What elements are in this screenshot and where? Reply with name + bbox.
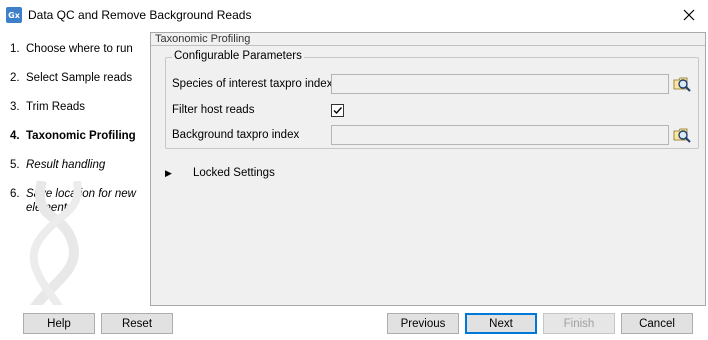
species-index-label: Species of interest taxpro index: [172, 78, 333, 90]
background-index-label: Background taxpro index: [172, 129, 300, 141]
locked-settings-toggle[interactable]: ▶ Locked Settings: [165, 167, 275, 179]
step-label: Result handling: [26, 159, 106, 171]
app-logo-icon: Gx: [6, 7, 22, 23]
step-number: 4.: [10, 130, 20, 142]
checkmark-icon: [333, 107, 343, 115]
title-bar: Gx Data QC and Remove Background Reads: [0, 0, 708, 31]
step-label: Choose where to run: [26, 43, 133, 55]
close-icon: [683, 9, 695, 21]
finish-button[interactable]: Finish: [543, 313, 615, 334]
step-taxonomic-profiling: 4. Taxonomic Profiling: [10, 129, 145, 143]
group-title: Configurable Parameters: [172, 50, 304, 62]
section-title: Taxonomic Profiling: [155, 33, 251, 45]
main-panel: Taxonomic Profiling Configurable Paramet…: [150, 32, 706, 306]
background-browse-button[interactable]: [672, 125, 692, 145]
filter-host-reads-label: Filter host reads: [172, 104, 255, 116]
step-label: Select Sample reads: [26, 72, 133, 84]
locked-settings-label: Locked Settings: [193, 167, 275, 179]
filter-host-reads-checkbox[interactable]: [331, 104, 344, 117]
species-index-field[interactable]: [331, 74, 669, 94]
previous-button[interactable]: Previous: [387, 313, 459, 334]
step-choose-where-to-run: 1. Choose where to run: [10, 42, 145, 56]
step-number: 3.: [10, 101, 20, 113]
close-button[interactable]: [678, 4, 700, 26]
step-number: 5.: [10, 159, 20, 171]
step-label: Trim Reads: [26, 101, 85, 113]
dna-watermark-icon: [29, 181, 82, 305]
step-number: 1.: [10, 43, 20, 55]
step-result-handling: 5. Result handling: [10, 158, 145, 172]
cancel-button[interactable]: Cancel: [621, 313, 693, 334]
reset-button[interactable]: Reset: [101, 313, 173, 334]
help-button[interactable]: Help: [23, 313, 95, 334]
folder-search-icon: [673, 77, 691, 92]
next-button[interactable]: Next: [465, 313, 537, 334]
folder-search-icon: [673, 128, 691, 143]
section-divider: [151, 45, 705, 46]
step-trim-reads: 3. Trim Reads: [10, 100, 145, 114]
step-number: 2.: [10, 72, 20, 84]
expand-triangle-icon: ▶: [165, 167, 172, 178]
background-index-field[interactable]: [331, 125, 669, 145]
window-title: Data QC and Remove Background Reads: [28, 8, 252, 22]
step-label: Taxonomic Profiling: [26, 130, 136, 142]
species-browse-button[interactable]: [672, 74, 692, 94]
configurable-parameters-group: Configurable Parameters Species of inter…: [165, 50, 699, 149]
step-select-sample-reads: 2. Select Sample reads: [10, 71, 145, 85]
wizard-steps: 1. Choose where to run 2. Select Sample …: [0, 31, 148, 305]
